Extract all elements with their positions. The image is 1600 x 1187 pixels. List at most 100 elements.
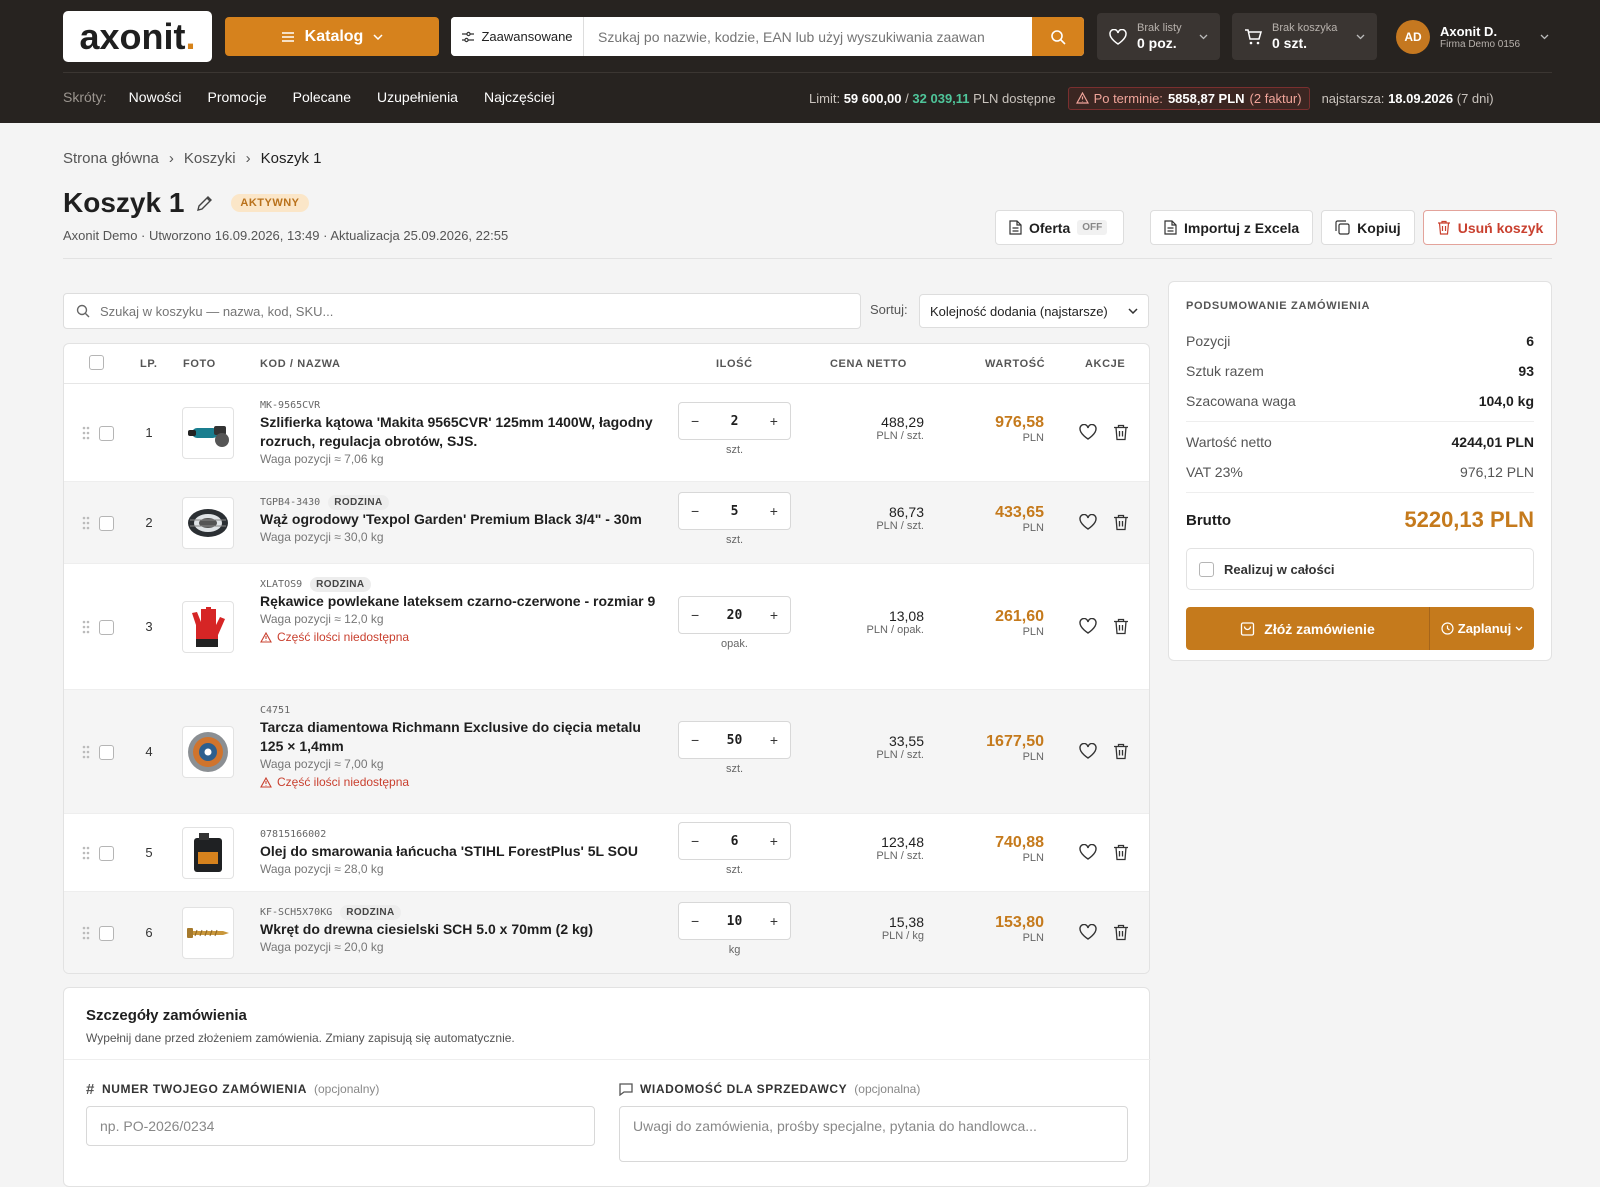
heart-icon[interactable] [1079,514,1097,530]
overdue-badge[interactable]: Po terminie: 5858,87 PLN (2 faktur) [1067,86,1310,110]
heart-icon[interactable] [1079,743,1097,759]
family-badge[interactable]: RODZINA [340,904,401,920]
drag-handle-icon[interactable] [82,926,90,940]
row-checkbox[interactable] [99,926,114,941]
increase-button[interactable]: + [770,732,778,748]
order-details: Szczegóły zamówienia Wypełnij dane przed… [63,987,1151,1187]
product-name[interactable]: Tarcza diamentowa Richmann Exclusive do … [260,718,660,756]
breadcrumb-home[interactable]: Strona główna [63,150,159,167]
shortcut-polecane[interactable]: Polecane [293,89,351,105]
product-photo[interactable] [182,907,234,959]
table-row: 5 07815166002 Olej do smarowania łańcuch… [64,814,1149,892]
sort-select[interactable]: Kolejność dodania (najstarsze) [919,294,1149,328]
warning-icon [260,631,272,643]
family-badge[interactable]: RODZINA [328,494,389,510]
quantity-value[interactable]: 2 [731,414,739,429]
decrease-button[interactable]: − [691,732,699,748]
seller-message-input[interactable]: Uwagi do zamówienia, prośby specjalne, p… [619,1106,1128,1162]
quantity-value[interactable]: 10 [727,914,743,929]
row-checkbox[interactable] [99,846,114,861]
heart-icon[interactable] [1079,844,1097,860]
wishlist-dropdown[interactable]: Brak listy 0 poz. [1097,13,1220,60]
katalog-button[interactable]: Katalog [225,17,439,56]
trash-icon[interactable] [1113,924,1129,941]
drag-handle-icon[interactable] [82,620,90,634]
drag-handle-icon[interactable] [82,846,90,860]
search-button[interactable] [1032,17,1084,56]
product-name[interactable]: Rękawice powlekane lateksem czarno-czerw… [260,592,660,611]
drag-handle-icon[interactable] [82,745,90,759]
product-name[interactable]: Olej do smarowania łańcucha 'STIHL Fores… [260,842,660,861]
breadcrumb-carts[interactable]: Koszyki [184,150,236,167]
row-checkbox[interactable] [99,620,114,635]
chevron-right-icon: › [168,150,174,167]
trash-icon[interactable] [1113,618,1129,635]
product-name[interactable]: Wąż ogrodowy 'Texpol Garden' Premium Bla… [260,510,660,529]
full-fulfillment-option[interactable]: Realizuj w całości [1186,548,1534,590]
row-checkbox[interactable] [99,745,114,760]
place-order-button[interactable]: Złóż zamówienie [1186,607,1430,650]
heart-icon[interactable] [1079,618,1097,634]
advanced-search-button[interactable]: Zaawansowane [451,17,584,56]
product-weight: Waga pozycji ≈ 12,0 kg [260,612,384,626]
product-photo[interactable] [182,827,234,879]
product-photo[interactable] [182,726,234,778]
shortcut-najczesciej[interactable]: Najczęściej [484,89,555,105]
po-number-input[interactable]: np. PO-2026/0234 [86,1106,595,1146]
decrease-button[interactable]: − [691,503,699,519]
family-badge[interactable]: RODZINA [310,576,371,592]
increase-button[interactable]: + [770,503,778,519]
quantity-value[interactable]: 20 [727,608,743,623]
trash-icon[interactable] [1113,844,1129,861]
net-price: 13,08 PLN / opak. [804,608,924,636]
search-input[interactable] [584,17,1032,56]
row-checkbox[interactable] [99,426,114,441]
product-name[interactable]: Szlifierka kątowa 'Makita 9565CVR' 125mm… [260,413,660,451]
value-amount: 740,88 [995,834,1044,851]
product-photo[interactable] [182,497,234,549]
decrease-button[interactable]: − [691,413,699,429]
heart-icon[interactable] [1079,424,1097,440]
shortcut-uzupelnienia[interactable]: Uzupełnienia [377,89,458,105]
quantity-value[interactable]: 6 [731,834,739,849]
trash-icon[interactable] [1113,514,1129,531]
copy-cart-button[interactable]: Kopiuj [1321,210,1415,245]
product-photo[interactable] [182,601,234,653]
decrease-button[interactable]: − [691,833,699,849]
delete-cart-button[interactable]: Usuń koszyk [1422,210,1558,245]
trash-icon[interactable] [1113,424,1129,441]
trash-icon[interactable] [1113,743,1129,760]
increase-button[interactable]: + [770,913,778,929]
product-weight: Waga pozycji ≈ 20,0 kg [260,940,384,954]
heart-icon[interactable] [1079,924,1097,940]
chevron-down-icon [1515,626,1523,631]
shortcut-nowosci[interactable]: Nowości [129,89,182,105]
warning-icon [1075,92,1089,104]
row-actions [1079,514,1129,531]
shortcut-promocje[interactable]: Promocje [207,89,266,105]
decrease-button[interactable]: − [691,607,699,623]
quantity-value[interactable]: 50 [727,733,743,748]
quantity-value[interactable]: 5 [731,504,739,519]
increase-button[interactable]: + [770,833,778,849]
edit-pencil-icon[interactable] [196,195,213,212]
product-photo[interactable] [182,407,234,459]
increase-button[interactable]: + [770,413,778,429]
cart-meta: Axonit Demo · Utworzono 16.09.2026, 13:4… [63,228,509,243]
select-all-checkbox[interactable] [89,355,104,370]
wishlist-status: Brak listy [1137,22,1182,34]
logo[interactable]: axonit. [63,11,212,62]
decrease-button[interactable]: − [691,913,699,929]
cart-dropdown[interactable]: Brak koszyka 0 szt. [1232,13,1377,60]
drag-handle-icon[interactable] [82,516,90,530]
offer-toggle[interactable]: Oferta OFF [995,210,1124,245]
schedule-order-button[interactable]: Zaplanuj [1430,607,1534,650]
full-fulfillment-checkbox[interactable] [1199,561,1214,577]
drag-handle-icon[interactable] [82,426,90,440]
increase-button[interactable]: + [770,607,778,623]
import-excel-button[interactable]: Importuj z Excela [1150,210,1314,245]
product-name[interactable]: Wkręt do drewna ciesielski SCH 5.0 x 70m… [260,920,660,939]
row-checkbox[interactable] [99,516,114,531]
user-menu[interactable]: AD Axonit D. Firma Demo 0156 [1396,13,1549,60]
cart-search-input[interactable] [100,303,848,319]
